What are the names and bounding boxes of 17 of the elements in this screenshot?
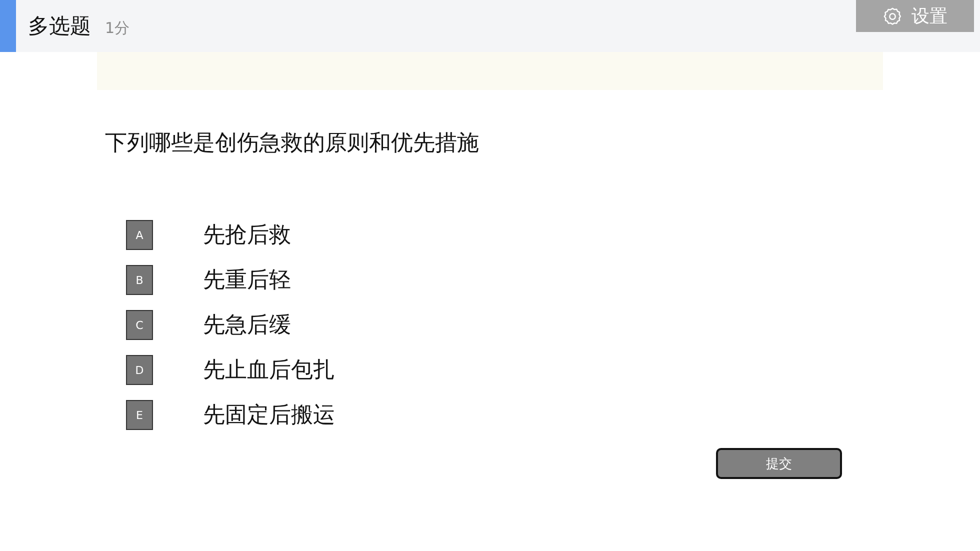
option-text[interactable]: 先重后轻 [203,265,291,295]
settings-icon [882,6,902,26]
option-text[interactable]: 先固定后搬运 [203,400,335,430]
option-text[interactable]: 先抢后救 [203,220,291,250]
settings-button[interactable]: 设置 [856,0,974,32]
submit-button[interactable]: 提交 [716,448,842,479]
option-text[interactable]: 先止血后包扎 [203,355,335,385]
option-letter-button[interactable]: A [126,220,153,250]
option-letter-button[interactable]: B [126,265,153,295]
accent-stripe [0,0,16,52]
question-text: 下列哪些是创伤急救的原则和优先措施 [105,130,480,158]
question-type-title: 多选题 [28,13,91,40]
option-letter-button[interactable]: E [126,400,153,430]
option-text[interactable]: 先急后缓 [203,310,291,340]
option-letter-button[interactable]: D [126,355,153,385]
score-label: 1分 [105,18,130,38]
option-letter-button[interactable]: C [126,310,153,340]
